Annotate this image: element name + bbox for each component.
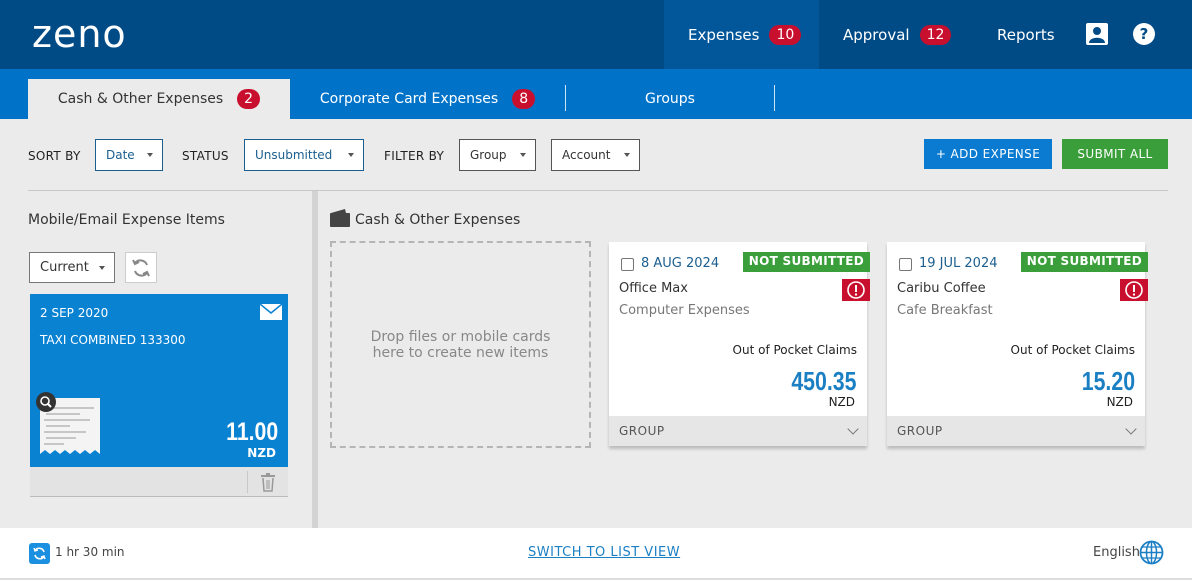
add-expense-button[interactable]: + ADD EXPENSE	[924, 139, 1052, 169]
nav-expenses-label: Expenses	[688, 25, 760, 44]
group-filter-value: Group	[470, 148, 507, 162]
sort-by-label: SORT BY	[28, 149, 81, 163]
tab-label: Corporate Card Expenses	[319, 91, 499, 107]
expense-merchant: Caribu Coffee	[897, 281, 986, 296]
approval-count-badge: 12	[919, 24, 952, 45]
select-checkbox[interactable]	[621, 258, 634, 271]
wallet-icon	[330, 209, 350, 227]
expense-amount: 450.35	[791, 366, 857, 396]
group-selector[interactable]: GROUP	[609, 416, 867, 446]
status-value: Unsubmitted	[255, 148, 333, 162]
nav-expenses[interactable]: Expenses 10	[664, 0, 819, 69]
group-selector[interactable]: GROUP	[887, 416, 1145, 446]
expense-currency: NZD	[828, 395, 855, 409]
tab-count-badge: 8	[512, 89, 536, 109]
mobile-card-footer	[30, 467, 288, 497]
last-sync-time: 1 hr 30 min	[55, 545, 125, 559]
current-select-value: Current	[40, 260, 89, 275]
chevron-down-icon	[99, 266, 105, 270]
svg-text:?: ?	[1140, 25, 1149, 43]
expense-card[interactable]: 19 JUL 2024 NOT SUBMITTED Caribu Coffee …	[887, 242, 1148, 446]
tab-divider	[774, 85, 775, 111]
account-filter-select[interactable]: Account	[551, 139, 640, 171]
tab-cash-other-expenses[interactable]: Cash & Other Expenses 2	[28, 79, 290, 119]
expense-tabs: Cash & Other Expenses 2 Corporate Card E…	[0, 69, 1192, 119]
mobile-expense-card[interactable]: 2 SEP 2020 TAXI COMBINED 133300 11.00 NZ…	[30, 294, 288, 467]
status-select[interactable]: Unsubmitted	[244, 139, 364, 171]
top-navigation-bar: zeno Expenses 10 Approval 12 Reports ?	[0, 0, 1192, 69]
language-label[interactable]: English	[1093, 545, 1140, 560]
expense-card[interactable]: 8 AUG 2024 NOT SUBMITTED Office Max Comp…	[609, 242, 870, 446]
mobile-item-description: TAXI COMBINED 133300	[40, 333, 186, 347]
status-badge: NOT SUBMITTED	[1020, 252, 1148, 272]
group-label: GROUP	[897, 424, 943, 438]
sort-by-select[interactable]: Date	[95, 139, 163, 171]
user-icon[interactable]	[1086, 23, 1108, 45]
sort-by-value: Date	[106, 148, 135, 162]
chevron-down-icon	[1125, 423, 1137, 435]
divider	[28, 190, 1168, 191]
nav-approval-label: Approval	[843, 25, 910, 44]
panel-splitter[interactable]	[312, 191, 318, 528]
cash-other-expenses-title: Cash & Other Expenses	[355, 212, 521, 228]
group-filter-select[interactable]: Group	[459, 139, 536, 171]
expense-date: 8 AUG 2024	[641, 256, 720, 271]
select-checkbox[interactable]	[899, 258, 912, 271]
filter-by-label: FILTER BY	[384, 149, 445, 163]
chevron-down-icon	[624, 153, 630, 157]
warning-icon[interactable]	[842, 279, 870, 301]
group-label: GROUP	[619, 424, 665, 438]
submit-all-button[interactable]: SUBMIT ALL	[1062, 139, 1168, 169]
chevron-down-icon	[520, 153, 526, 157]
tab-corporate-card-expenses[interactable]: Corporate Card Expenses 8	[290, 79, 565, 119]
mobile-email-items-title: Mobile/Email Expense Items	[28, 212, 225, 228]
tab-count-badge: 2	[237, 89, 261, 109]
sync-icon[interactable]	[29, 543, 50, 564]
mobile-item-date: 2 SEP 2020	[40, 306, 109, 320]
tab-label: Cash & Other Expenses	[57, 91, 224, 107]
expense-currency: NZD	[1106, 395, 1133, 409]
dropzone-text-line2: here to create new items	[372, 344, 549, 361]
status-badge: NOT SUBMITTED	[742, 252, 870, 272]
dropzone-text-line1: Drop files or mobile cards	[370, 328, 551, 345]
expense-category: Cafe Breakfast	[897, 303, 993, 318]
expense-category: Computer Expenses	[619, 303, 750, 318]
nav-reports-label: Reports	[997, 25, 1055, 44]
chevron-down-icon	[147, 153, 153, 157]
current-select[interactable]: Current	[29, 252, 115, 283]
tab-label: Groups	[645, 91, 695, 107]
chevron-down-icon	[847, 423, 859, 435]
nav-reports[interactable]: Reports	[997, 0, 1055, 69]
chevron-down-icon	[348, 153, 354, 157]
expense-amount: 15.20	[1081, 366, 1135, 396]
help-icon[interactable]: ?	[1133, 23, 1155, 45]
account-filter-value: Account	[562, 148, 611, 162]
expense-date: 19 JUL 2024	[919, 256, 998, 271]
trash-icon[interactable]	[260, 472, 276, 492]
mobile-item-currency: NZD	[247, 446, 276, 460]
email-icon	[260, 304, 282, 320]
expenses-count-badge: 10	[769, 24, 802, 45]
zeno-logo[interactable]: zeno	[32, 10, 127, 58]
zoom-icon[interactable]	[36, 392, 56, 412]
status-label: STATUS	[182, 149, 229, 163]
refresh-icon	[132, 258, 150, 277]
refresh-button[interactable]	[125, 252, 157, 283]
file-dropzone[interactable]: Drop files or mobile cards here to creat…	[330, 241, 591, 448]
expense-merchant: Office Max	[619, 281, 688, 296]
warning-icon[interactable]	[1120, 279, 1148, 301]
expense-account: Out of Pocket Claims	[732, 343, 857, 357]
nav-approval[interactable]: Approval 12	[843, 0, 952, 69]
tab-groups[interactable]: Groups	[566, 79, 774, 119]
mobile-item-amount: 11.00	[225, 418, 278, 446]
expense-account: Out of Pocket Claims	[1010, 343, 1135, 357]
switch-to-list-view-link[interactable]: SWITCH TO LIST VIEW	[528, 545, 680, 560]
divider	[247, 471, 248, 493]
globe-icon[interactable]	[1139, 540, 1164, 565]
